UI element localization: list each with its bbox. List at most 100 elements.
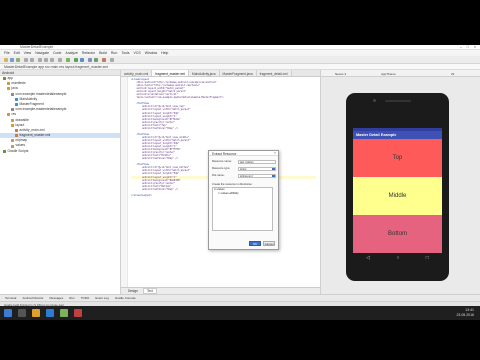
make-project-icon[interactable]: [66, 58, 70, 62]
directory-item[interactable]: ☐ values-w820dp: [213, 192, 272, 196]
resource-name-input[interactable]: text_bottom: [238, 159, 276, 164]
resource-type-select[interactable]: string: [238, 166, 276, 171]
device-screen: Master Detail Example Top Middle Bottom: [353, 128, 442, 253]
sdk-manager-icon[interactable]: [94, 58, 98, 62]
menu-item-build[interactable]: Build: [99, 51, 107, 55]
menu-item-run[interactable]: Run: [111, 51, 117, 55]
folder-icon: [7, 87, 10, 91]
tool-window-strip: Terminal Android Monitor Messages Run TODO Ev…: [0, 294, 480, 301]
search-icon[interactable]: [18, 309, 26, 317]
tree-item[interactable]: Gradle Scripts: [0, 149, 120, 154]
editor-tab[interactable]: MasterFragment.java: [219, 70, 257, 76]
sync-icon[interactable]: [16, 58, 20, 62]
open-folder-icon[interactable]: [4, 58, 8, 62]
api-level-selector[interactable]: 23: [451, 72, 454, 76]
folder-icon: [15, 103, 18, 107]
save-icon[interactable]: [10, 58, 14, 62]
debug-icon[interactable]: [80, 58, 84, 62]
run-icon[interactable]: [74, 58, 78, 62]
folder-icon: [7, 113, 10, 117]
cancel-button[interactable]: Cancel: [263, 241, 275, 246]
letterbox-bottom: [0, 320, 480, 360]
preview-textview: Middle: [353, 177, 442, 215]
folder-icon: [11, 139, 14, 143]
minimize-icon[interactable]: –: [460, 45, 462, 49]
menu-item-edit[interactable]: Edit: [14, 51, 20, 55]
maximize-icon[interactable]: □: [467, 45, 469, 49]
tool-window-button[interactable]: Run: [69, 296, 75, 300]
tool-window-button[interactable]: Terminal: [5, 296, 16, 300]
tool-window-button[interactable]: Messages: [50, 296, 64, 300]
undo-icon[interactable]: [24, 58, 28, 62]
preview-toolbar: Nexus 4 AppTheme 23: [321, 70, 480, 77]
menu-item-window[interactable]: Window: [145, 51, 157, 55]
redo-icon[interactable]: [30, 58, 34, 62]
device-speaker: [385, 100, 411, 102]
menu-item-file[interactable]: File: [4, 51, 10, 55]
file-explorer-icon[interactable]: [32, 309, 40, 317]
main-toolbar: [0, 56, 480, 64]
resource-type-row: Resource type: string: [212, 166, 277, 171]
folder-icon: [15, 134, 18, 138]
device-camera: [373, 99, 376, 102]
clock-date: 23.05.2016: [456, 312, 474, 317]
dialog-close-icon[interactable]: ×: [274, 151, 276, 155]
folder-icon: [11, 144, 14, 148]
back-icon: ◁: [366, 255, 371, 261]
dialog-title: Extract Resource: [209, 151, 278, 156]
folder-icon: [11, 108, 14, 112]
menu-item-help[interactable]: Help: [161, 51, 168, 55]
recents-icon: □: [425, 255, 429, 261]
windows-taskbar: 13:41 23.05.2016: [0, 306, 480, 320]
menu-item-analyze[interactable]: Analyze: [65, 51, 77, 55]
home-icon: ○: [396, 255, 400, 261]
ok-button[interactable]: OK: [249, 241, 261, 246]
editor-mode-tab[interactable]: Design: [125, 289, 141, 293]
android-device-monitor-icon[interactable]: [102, 58, 106, 62]
taskbar-clock[interactable]: 13:41 23.05.2016: [456, 308, 474, 317]
copy-icon[interactable]: [44, 58, 48, 62]
preview-layout: Top Middle Bottom: [353, 139, 442, 253]
app-bar-title: Master Detail Example: [353, 131, 442, 139]
close-icon[interactable]: ×: [474, 45, 476, 49]
paste-icon[interactable]: [50, 58, 54, 62]
file-name-select[interactable]: strings.xml: [238, 173, 276, 178]
file-name-label: File name:: [212, 174, 225, 177]
avd-manager-icon[interactable]: [88, 58, 92, 62]
tool-window-button[interactable]: TODO: [81, 296, 90, 300]
device-selector[interactable]: Nexus 4: [335, 72, 346, 76]
editor-tabs: activity_main.xml fragment_master.xml Main…: [121, 70, 320, 77]
menu-item-code[interactable]: Code: [53, 51, 61, 55]
editor-tab[interactable]: fragment_detail.xml: [256, 70, 292, 76]
extract-resource-dialog: Extract Resource × Resource name: text_b…: [208, 150, 279, 250]
editor-tab[interactable]: fragment_master.xml: [152, 70, 190, 76]
folder-icon: [11, 123, 14, 127]
resource-type-label: Resource type:: [212, 167, 231, 170]
android-studio-icon[interactable]: [60, 309, 68, 317]
menu-item-navigate[interactable]: Navigate: [35, 51, 49, 55]
source-sets-label: Create the resource in directories:: [212, 183, 253, 186]
tool-window-button[interactable]: Event Log: [95, 296, 109, 300]
directories-list: ☑ values ☐ values-w820dp: [212, 187, 273, 231]
find-icon[interactable]: [58, 58, 62, 62]
cut-icon[interactable]: [38, 58, 42, 62]
start-icon[interactable]: [4, 309, 12, 317]
editor-tab[interactable]: MainActivity.java: [189, 70, 220, 76]
resource-name-row: Resource name: text_bottom: [212, 159, 277, 164]
resource-name-label: Resource name:: [212, 160, 232, 163]
menu-item-view[interactable]: View: [24, 51, 32, 55]
recorder-icon[interactable]: [74, 309, 82, 317]
editor-tab[interactable]: activity_main.xml: [121, 70, 153, 76]
dialog-buttons: OK Cancel: [249, 241, 275, 246]
breadcrumb[interactable]: MasterDetailExample app src main res lay…: [4, 65, 108, 69]
project-panel: Android app manifests java com.example.mast…: [0, 70, 121, 294]
tool-window-button[interactable]: Android Monitor: [22, 296, 43, 300]
menu-item-refactor[interactable]: Refactor: [82, 51, 95, 55]
menu-item-tools[interactable]: Tools: [121, 51, 129, 55]
help-icon[interactable]: [110, 58, 114, 62]
tree-item-label: com.example.masterdetailexample: [15, 107, 67, 112]
browser-icon[interactable]: [46, 309, 54, 317]
theme-selector[interactable]: AppTheme: [381, 72, 396, 76]
menu-item-vcs[interactable]: VCS: [133, 51, 140, 55]
tool-window-button[interactable]: Gradle Console: [115, 296, 136, 300]
